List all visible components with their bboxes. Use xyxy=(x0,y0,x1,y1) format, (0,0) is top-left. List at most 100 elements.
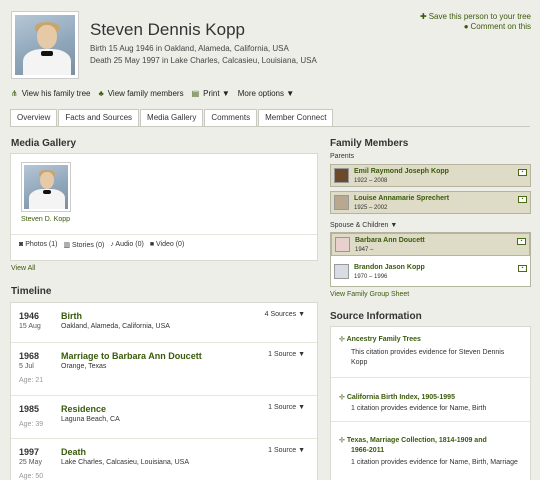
member-name[interactable]: Barbara Ann Doucett xyxy=(355,237,425,244)
media-caption[interactable]: Steven D. Kopp xyxy=(21,216,70,223)
tab-facts-and-sources[interactable]: Facts and Sources xyxy=(58,109,140,126)
view-family-tree-link[interactable]: ⋔ View his family tree xyxy=(11,89,90,98)
timeline-row: 1985 Age: 39 Residence Laguna Beach, CA … xyxy=(11,396,317,439)
audio-count-link[interactable]: ♪ Audio (0) xyxy=(110,241,143,249)
family-members-heading: Family Members xyxy=(330,138,409,149)
timeline-age: Age: 21 xyxy=(19,377,44,384)
tabs-divider xyxy=(10,126,530,127)
timeline-event[interactable]: Residence xyxy=(61,404,106,414)
source-leaf-icon: ⊹ xyxy=(339,336,347,343)
source-item: ⊹ Ancestry Family Trees This citation pr… xyxy=(331,327,530,378)
video-count-link[interactable]: ■ Video (0) xyxy=(150,241,184,249)
source-item: ⊹ Texas, Marriage Collection, 1814-1909 … xyxy=(331,422,530,480)
timeline-age: Age: 39 xyxy=(19,421,44,428)
timeline-event[interactable]: Birth xyxy=(61,311,82,321)
timeline-age: Age: 50 xyxy=(19,473,44,480)
view-all-media-link[interactable]: View All xyxy=(11,265,35,272)
timeline-year: 1985 xyxy=(19,404,40,414)
family-member-card[interactable]: Louise Annamarie Sprechert 1925 – 2002 ▪ xyxy=(330,191,531,214)
source-title-text: Ancestry Family Trees xyxy=(346,336,421,343)
tab-overview[interactable]: Overview xyxy=(10,109,58,126)
death-summary: Death 25 May 1997 in Lake Charles, Calca… xyxy=(90,56,317,65)
save-person-link[interactable]: ✚ Save this person to your tree xyxy=(420,12,531,21)
video-count-label: Video (0) xyxy=(156,241,185,248)
speech-bubble-icon: ● xyxy=(463,22,469,31)
timeline-sources-dropdown[interactable]: 1 Source ▼ xyxy=(268,404,305,411)
plus-icon: ✚ xyxy=(420,12,427,21)
timeline-row: 1968 5 Jul Age: 21 Marriage to Barbara A… xyxy=(11,343,317,396)
tab-media-gallery[interactable]: Media Gallery xyxy=(140,109,204,126)
view-family-members-label: View family members xyxy=(107,89,184,98)
timeline-event[interactable]: Death xyxy=(61,447,86,457)
profile-card-icon[interactable]: ▪ xyxy=(517,238,526,245)
timeline-date: 15 Aug xyxy=(19,323,41,330)
print-menu[interactable]: ▤ Print ▼ xyxy=(192,89,230,98)
timeline-date: 5 Jul xyxy=(19,363,34,370)
profile-photo[interactable] xyxy=(11,11,79,79)
print-label: Print ▼ xyxy=(203,89,230,98)
timeline-year: 1946 xyxy=(19,311,40,321)
timeline-sources-dropdown[interactable]: 4 Sources ▼ xyxy=(265,311,305,318)
source-description: 1 citation provides evidence for Name, B… xyxy=(351,405,487,412)
photos-count-link[interactable]: ◙ Photos (1) xyxy=(19,241,57,249)
source-title-link-cont[interactable]: 1966-2011 xyxy=(351,447,384,454)
timeline-sources-dropdown[interactable]: 1 Source ▼ xyxy=(268,351,305,358)
timeline-place: Oakland, Alameda, California, USA xyxy=(61,323,170,330)
profile-card-icon[interactable]: ▪ xyxy=(518,265,527,272)
profile-tabs: Overview Facts and Sources Media Gallery… xyxy=(10,109,334,126)
thumb-face xyxy=(40,172,54,189)
member-name[interactable]: Emil Raymond Joseph Kopp xyxy=(354,168,449,175)
profile-card-icon[interactable]: ▪ xyxy=(518,196,527,203)
printer-icon: ▤ xyxy=(191,89,200,98)
timeline-heading: Timeline xyxy=(11,286,52,297)
timeline-sources-dropdown[interactable]: 1 Source ▼ xyxy=(268,447,305,454)
family-member-card[interactable]: Emil Raymond Joseph Kopp 1922 – 2008 ▪ xyxy=(330,164,531,187)
action-bar: ⋔ View his family tree ♣ View family membe… xyxy=(11,89,294,98)
source-title-link[interactable]: ⊹ California Birth Index, 1905-1995 xyxy=(339,393,455,401)
more-options-menu[interactable]: More options ▼ xyxy=(238,89,294,98)
member-photo-placeholder xyxy=(334,264,349,279)
timeline-panel: 1946 15 Aug Birth Oakland, Alameda, Cali… xyxy=(10,302,318,480)
source-title-text: California Birth Index, 1905-1995 xyxy=(346,394,455,401)
source-title-link[interactable]: ⊹ Texas, Marriage Collection, 1814-1909 … xyxy=(339,436,487,444)
media-divider xyxy=(11,234,317,235)
source-description-cont: Kopp xyxy=(351,359,368,366)
tree-icon: ⋔ xyxy=(11,89,18,98)
member-dates: 1925 – 2002 xyxy=(354,205,388,211)
source-title-text: Texas, Marriage Collection, 1814-1909 an… xyxy=(346,437,487,444)
view-family-tree-label: View his family tree xyxy=(21,89,91,98)
media-thumbnail[interactable] xyxy=(21,162,71,212)
tab-member-connect[interactable]: Member Connect xyxy=(258,109,334,126)
member-dates: 1970 – 1996 xyxy=(354,274,388,280)
member-name[interactable]: Brandon Jason Kopp xyxy=(354,264,425,271)
source-description: 1 citation provides evidence for Name, B… xyxy=(351,459,518,466)
view-family-members-link[interactable]: ♣ View family members xyxy=(98,89,183,98)
timeline-event[interactable]: Marriage to Barbara Ann Doucett xyxy=(61,351,202,361)
comment-link[interactable]: ● Comment on this xyxy=(464,22,531,31)
timeline-date: 25 May xyxy=(19,459,42,466)
view-family-group-sheet-link[interactable]: View Family Group Sheet xyxy=(330,291,409,298)
media-gallery-heading: Media Gallery xyxy=(11,138,77,149)
source-description: This citation provides evidence for Stev… xyxy=(351,349,505,356)
source-information-heading: Source Information xyxy=(330,311,422,322)
member-dates: 1922 – 2008 xyxy=(354,178,388,184)
member-photo-placeholder xyxy=(335,237,350,252)
family-member-card[interactable]: Barbara Ann Doucett 1947 – ▪ xyxy=(331,233,530,256)
thumb-bowtie xyxy=(43,190,51,194)
person-name: Steven Dennis Kopp xyxy=(90,20,245,39)
member-name[interactable]: Louise Annamarie Sprechert xyxy=(354,195,449,202)
comment-label: Comment on this xyxy=(470,22,531,31)
portrait-bowtie xyxy=(41,51,53,56)
source-information-panel: ⊹ Ancestry Family Trees This citation pr… xyxy=(330,326,531,480)
save-person-label: Save this person to your tree xyxy=(428,12,531,21)
more-options-label: More options ▼ xyxy=(237,89,295,98)
source-title-link[interactable]: ⊹ Ancestry Family Trees xyxy=(339,335,421,343)
book-icon: ▥ xyxy=(63,242,73,249)
family-member-card[interactable]: Brandon Jason Kopp 1970 – 1996 ▪ xyxy=(331,261,530,284)
spouse-children-label[interactable]: Spouse & Children ▼ xyxy=(330,222,397,229)
source-leaf-icon: ⊹ xyxy=(339,394,347,401)
tab-comments[interactable]: Comments xyxy=(204,109,258,126)
stories-count-link[interactable]: ▥ Stories (0) xyxy=(63,241,104,249)
profile-card-icon[interactable]: ▪ xyxy=(518,169,527,176)
birth-summary: Birth 15 Aug 1946 in Oakland, Alameda, C… xyxy=(90,44,289,53)
